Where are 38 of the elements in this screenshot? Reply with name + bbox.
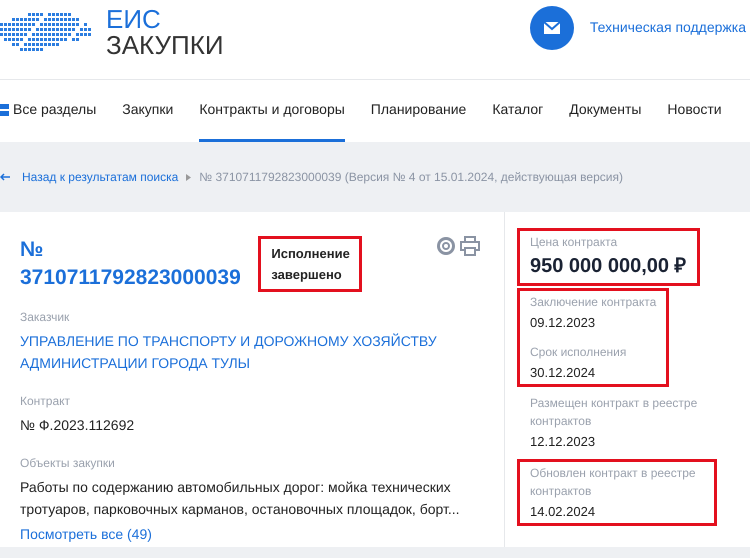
contract-number-sign: № xyxy=(20,237,44,263)
caret-icon xyxy=(186,174,192,180)
field-label: Срок исполнения xyxy=(530,344,628,360)
contract-price: 950 000 000,00 ₽ xyxy=(530,254,687,279)
field-label: Цена контракта xyxy=(530,234,618,251)
email-icon[interactable] xyxy=(436,236,456,256)
all-sections-menu[interactable]: Все разделы xyxy=(0,80,96,142)
view-all-link[interactable]: Посмотреть все (49) xyxy=(20,524,480,545)
nav-tab[interactable]: Планирование xyxy=(370,80,466,142)
breadcrumb-current: № 3710711792823000039 (Версия № 4 от 15.01.2024, действующая версия) xyxy=(199,169,623,186)
field-date: 12.12.2023 xyxy=(530,433,596,451)
field-label: Объекты закупки xyxy=(20,455,116,472)
field-label: Заказчик xyxy=(20,309,70,326)
mail-icon[interactable] xyxy=(530,6,574,50)
logo-subtitle: ЗАКУПКИ xyxy=(106,32,224,58)
customer-link[interactable]: УПРАВЛЕНИЕ ПО ТРАНСПОРТУ И ДОРОЖНОМУ ХОЗЯЙСТВУ АДМИНИСТРАЦИИ ГОРОДА ТУЛЫ xyxy=(20,330,480,374)
nav-tab[interactable]: Документы xyxy=(569,80,642,142)
contract-status: Исполнение завершено xyxy=(258,236,362,292)
field-date: 14.02.2024 xyxy=(530,502,596,520)
nav-tab[interactable]: Новости xyxy=(667,80,722,142)
nav-tab[interactable]: Закупки xyxy=(122,80,174,142)
contract-number: 3710711792823000039 xyxy=(20,265,241,291)
print-icon[interactable] xyxy=(460,236,480,256)
nav-tab[interactable]: Контракты и договоры xyxy=(199,80,345,142)
field-label: Размещен контракт в реестре контрактов xyxy=(530,395,698,430)
logo-title: ЕИС xyxy=(106,6,162,32)
field-date: 09.12.2023 xyxy=(530,314,596,332)
field-label: Контракт xyxy=(20,393,72,410)
field-label: Заключение контракта xyxy=(530,294,656,311)
support-link[interactable]: Техническая поддержка xyxy=(590,17,746,38)
back-link[interactable]: Назад к результатам поиска xyxy=(22,168,178,186)
nav-tab[interactable]: Каталог xyxy=(492,80,544,142)
back-arrow-icon[interactable] xyxy=(0,172,10,182)
field-label: Обновлен контракт в реестре контрактов xyxy=(530,464,697,500)
field-date: 30.12.2024 xyxy=(530,364,596,382)
field-value: Работы по содержанию автомобильных дорог: мойка технических тротуаров, парковочных карманов, остановочных площадок, борт... xyxy=(20,478,461,519)
menu-icon xyxy=(0,102,9,116)
field-value: № Ф.2023.112692 xyxy=(20,416,136,435)
